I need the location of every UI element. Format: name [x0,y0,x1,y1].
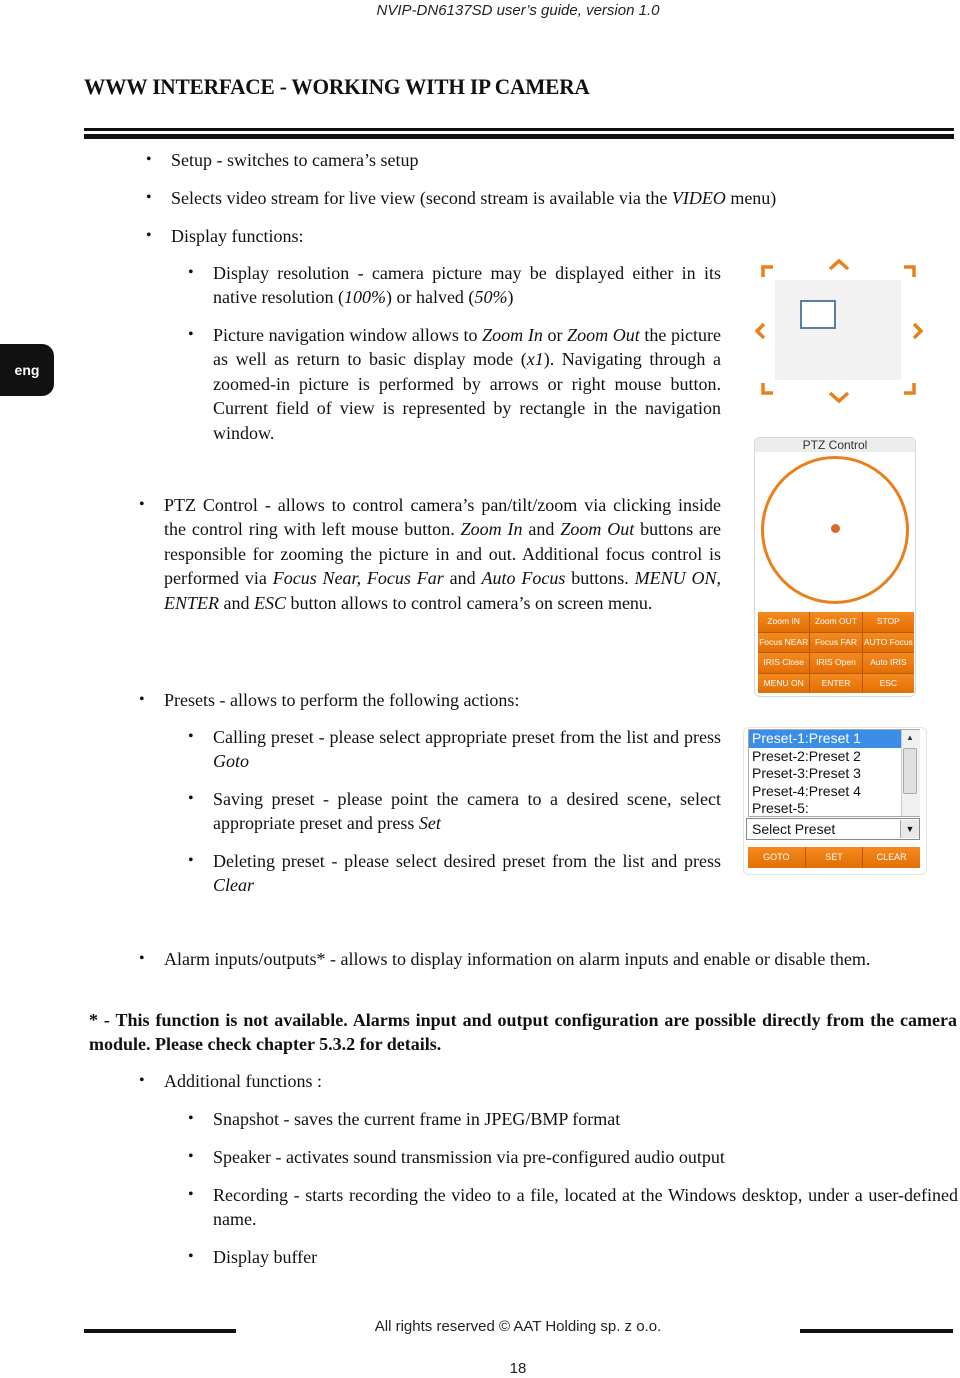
focus-near-button[interactable]: Focus NEAR [758,632,810,652]
zoom-out-button[interactable]: Zoom OUT [810,612,862,632]
text-italic: 100% [343,287,386,308]
text-italic: 50% [474,287,508,308]
text: Selects video stream for live view (seco… [171,188,672,208]
text-italic: Zoom Out [560,519,635,540]
bullet-video-stream: Selects video stream for live view (seco… [146,186,891,211]
text-italic: VIDEO [671,188,726,208]
bullet-snapshot: Snapshot - saves the current frame in JP… [188,1107,953,1132]
corner-top-left-icon [761,265,773,277]
scroll-up-arrow-icon[interactable]: ▲ [903,733,917,742]
text: ) or halved ( [385,287,475,308]
auto-iris-button[interactable]: Auto IRIS [862,653,914,673]
text: buttons. [565,568,635,589]
preset-list[interactable]: Preset-1:Preset 1 Preset-2:Preset 2 Pres… [748,729,920,817]
text-italic: Clear [213,875,255,896]
bullet-presets: Presets - allows to perform the followin… [139,688,721,713]
text: or [542,325,568,345]
title-rule-thick [84,134,954,139]
bullet-display-buffer: Display buffer [188,1245,953,1270]
ptz-panel-title: PTZ Control [755,438,915,452]
ptz-center-dot[interactable] [831,524,840,533]
preset-list-item[interactable]: Preset-3:Preset 3 [749,765,902,783]
bullet-deleting-preset: Deleting preset - please select desired … [188,849,721,898]
text-italic: x1 [526,349,544,370]
title-rule-thin [84,128,954,131]
bullet-display-resolution: Display resolution - camera picture may … [188,261,721,310]
corner-bottom-left-icon [761,383,773,395]
text: and [219,592,255,613]
preset-list-item[interactable]: Preset-5: [749,800,902,816]
set-button[interactable]: SET [805,847,863,868]
zoom-in-button[interactable]: Zoom IN [758,612,810,632]
text-italic: Goto [213,751,249,772]
text-italic: Auto Focus [481,568,566,589]
bullet-saving-preset: Saving preset - please point the camera … [188,787,721,836]
stop-button[interactable]: STOP [862,612,914,632]
focus-far-button[interactable]: Focus FAR [810,632,862,652]
text-italic: Zoom In [460,519,523,540]
iris-close-button[interactable]: IRIS Close [758,653,810,673]
bullet-speaker: Speaker - activates sound transmission v… [188,1145,953,1170]
menu-on-button[interactable]: MENU ON [758,673,810,693]
running-header: NVIP-DN6137SD user’s guide, version 1.0 [376,2,660,19]
page-number: 18 [509,1360,527,1377]
text-italic: Zoom Out [567,325,640,345]
bullet-setup: Setup - switches to camera’s setup [146,148,871,173]
bullet-calling-preset: Calling preset - please select appropria… [188,725,721,774]
bullet-ptz-control: PTZ Control - allows to control camera’s… [139,493,721,615]
enter-button[interactable]: ENTER [810,673,862,693]
arrow-down-icon [828,391,850,404]
auto-focus-button[interactable]: AUTO Focus [862,632,914,652]
text: and [443,568,482,589]
arrow-right-icon [912,322,924,340]
preset-list-item[interactable]: Preset-1:Preset 1 [749,730,902,748]
text: Calling preset - please select appropria… [213,727,721,747]
footnote-alarm: * - This function is not available. Alar… [89,1010,957,1055]
bullet-additional-functions: Additional functions : [139,1069,764,1094]
text-italic: ESC [254,592,287,613]
footer-copyright: All rights reserved © AAT Holding sp. z … [374,1318,662,1335]
arrow-up-icon [828,258,850,271]
navigation-arrows [755,258,924,404]
bullet-picture-navigation: Picture navigation window allows to Zoom… [188,323,721,445]
text: and [522,519,561,540]
text-italic: Zoom In [482,325,543,345]
bullet-recording: Recording - starts recording the video t… [188,1183,958,1232]
preset-select-dropdown[interactable]: Select Preset [746,818,920,840]
corner-bottom-right-icon [904,383,916,395]
corner-top-right-icon [904,265,916,277]
preset-list-item[interactable]: Preset-4:Preset 4 [749,783,902,801]
esc-button[interactable]: ESC [862,673,914,693]
text: menu) [725,188,777,208]
chevron-down-icon[interactable]: ▼ [900,820,919,838]
clear-button[interactable]: CLEAR [863,847,920,868]
text: Deleting preset - please select desired … [213,851,721,871]
goto-button[interactable]: GOTO [748,847,805,868]
preset-button-row: GOTO SET CLEAR [748,847,920,868]
bullet-alarm-io: Alarm inputs/outputs* - allows to displa… [139,947,957,972]
section-title: WWW INTERFACE - WORKING WITH IP CAMERA [84,74,590,99]
arrow-left-icon [755,322,766,340]
preset-list-item[interactable]: Preset-2:Preset 2 [749,748,902,766]
text-italic: Set [418,813,441,834]
text: Picture navigation window allows to [213,325,483,345]
scrollbar-thumb[interactable] [903,748,917,794]
text-italic: Focus Near, Focus Far [272,568,444,589]
ptz-button-grid: Zoom IN Zoom OUT STOP Focus NEAR Focus F… [758,612,914,693]
language-tab: eng [0,344,54,396]
text: ) [507,287,514,308]
bullet-display-functions: Display functions: [146,224,571,249]
text: button allows to control camera’s on scr… [286,592,653,613]
iris-open-button[interactable]: IRIS Open [810,653,862,673]
text: Saving preset - please point the camera … [213,789,721,834]
